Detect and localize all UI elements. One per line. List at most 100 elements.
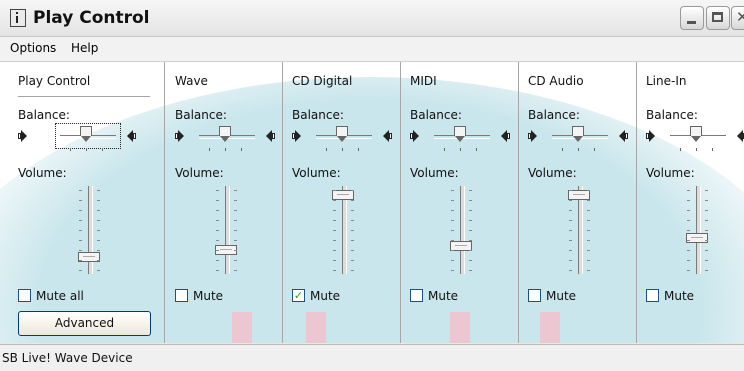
volume-slider[interactable] <box>324 186 364 276</box>
volume-tick <box>216 220 219 221</box>
volume-tick <box>569 230 572 231</box>
menu-bar: Options Help <box>0 37 744 62</box>
volume-tick <box>333 200 336 201</box>
volume-slider[interactable] <box>560 186 600 276</box>
volume-tick <box>216 190 219 191</box>
volume-slider[interactable] <box>678 186 718 276</box>
volume-tick <box>234 220 237 221</box>
window-title: Play Control <box>33 8 150 28</box>
volume-tick <box>569 250 572 251</box>
balance-thumb[interactable] <box>572 126 584 142</box>
column-separator <box>518 62 519 343</box>
balance-slider[interactable] <box>55 123 121 151</box>
volume-tick <box>705 250 708 251</box>
volume-label: Volume: <box>410 166 459 180</box>
volume-tick <box>569 210 572 211</box>
background-stripe <box>232 312 252 343</box>
volume-tick <box>705 270 708 271</box>
balance-slider[interactable] <box>314 126 374 151</box>
volume-tick <box>216 210 219 211</box>
volume-tick <box>79 240 82 241</box>
balance-thumb[interactable] <box>690 126 702 142</box>
volume-tick <box>216 250 219 251</box>
right-speaker-icon <box>263 129 275 143</box>
volume-label: Volume: <box>528 166 577 180</box>
volume-thumb[interactable] <box>332 189 354 200</box>
volume-tick <box>587 240 590 241</box>
volume-thumb[interactable] <box>568 189 590 200</box>
volume-tick <box>451 260 454 261</box>
close-button[interactable] <box>731 6 744 30</box>
volume-tick <box>79 260 82 261</box>
balance-thumb[interactable] <box>219 126 231 142</box>
volume-tick <box>216 200 219 201</box>
volume-tick <box>97 190 100 191</box>
checkbox-box[interactable] <box>175 289 188 302</box>
menu-options[interactable]: Options <box>10 41 56 55</box>
balance-label: Balance: <box>528 108 580 122</box>
volume-tick <box>333 250 336 251</box>
mute-label: Mute all <box>36 289 84 303</box>
minimize-button[interactable] <box>680 6 704 30</box>
left-speaker-icon <box>528 129 540 143</box>
left-speaker-icon <box>292 129 304 143</box>
volume-tick <box>687 230 690 231</box>
volume-tick <box>79 200 82 201</box>
volume-tick <box>451 200 454 201</box>
balance-label: Balance: <box>410 108 462 122</box>
background-stripe <box>540 312 560 343</box>
right-speaker-icon <box>124 129 136 143</box>
volume-slider[interactable] <box>207 186 247 276</box>
title-bar[interactable]: Play Control <box>0 0 744 37</box>
volume-tick <box>687 200 690 201</box>
volume-tick <box>687 250 690 251</box>
checkbox-box[interactable] <box>646 289 659 302</box>
title-divider <box>18 96 150 97</box>
volume-tick <box>216 270 219 271</box>
checkbox-box[interactable] <box>528 289 541 302</box>
volume-tick <box>687 220 690 221</box>
channel-title: CD Digital <box>292 74 353 88</box>
balance-slider[interactable] <box>668 126 728 151</box>
volume-label: Volume: <box>18 166 67 180</box>
volume-slider[interactable] <box>70 186 110 276</box>
checkbox-box[interactable] <box>410 289 423 302</box>
volume-tick <box>705 210 708 211</box>
volume-tick <box>469 250 472 251</box>
volume-tick <box>234 200 237 201</box>
volume-tick <box>234 260 237 261</box>
column-separator <box>282 62 283 343</box>
volume-tick <box>79 230 82 231</box>
column-separator <box>636 62 637 343</box>
balance-thumb[interactable] <box>454 126 466 142</box>
volume-slider[interactable] <box>442 186 482 276</box>
column-separator <box>400 62 401 343</box>
checkbox-box[interactable] <box>18 289 31 302</box>
balance-slider[interactable] <box>550 126 610 151</box>
mute-label: Mute <box>310 289 341 303</box>
left-speaker-icon <box>410 129 422 143</box>
volume-tick <box>451 270 454 271</box>
advanced-button[interactable]: Advanced <box>18 311 151 336</box>
balance-slider[interactable] <box>432 126 492 151</box>
volume-tick <box>351 270 354 271</box>
volume-tick <box>569 190 572 191</box>
volume-tick <box>705 200 708 201</box>
volume-thumb[interactable] <box>686 232 708 243</box>
maximize-button[interactable] <box>706 6 730 30</box>
volume-tick <box>705 190 708 191</box>
left-speaker-icon <box>18 129 30 143</box>
volume-tick <box>351 190 354 191</box>
checkbox-box[interactable]: ✓ <box>292 289 305 302</box>
balance-slider[interactable] <box>197 126 257 151</box>
info-icon <box>10 9 26 27</box>
volume-tick <box>97 210 100 211</box>
balance-thumb[interactable] <box>336 126 348 142</box>
menu-help[interactable]: Help <box>71 41 98 55</box>
channel-title: CD Audio <box>528 74 584 88</box>
volume-tick <box>234 270 237 271</box>
volume-tick <box>79 220 82 221</box>
volume-tick <box>351 240 354 241</box>
balance-thumb[interactable] <box>80 126 92 142</box>
mute-label: Mute <box>193 289 224 303</box>
